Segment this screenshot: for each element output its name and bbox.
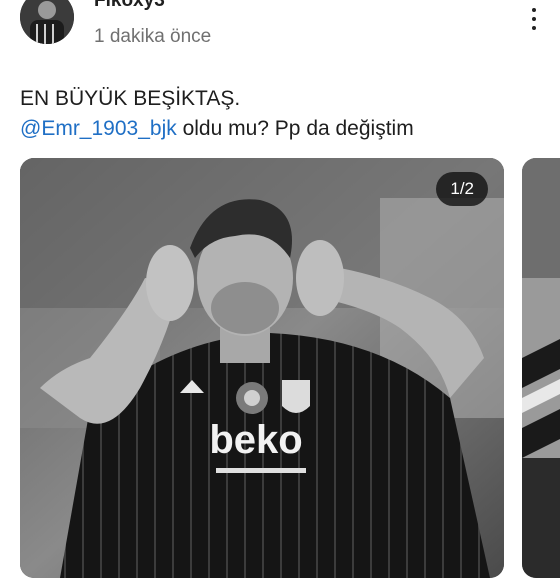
avatar[interactable] [20,0,74,44]
next-photo [522,158,560,578]
player-photo: beko [20,158,504,578]
post-text-line-2-rest: oldu mu? Pp da değiştim [176,117,414,140]
username[interactable]: Fikoxy3 [94,0,165,12]
mention-link[interactable]: @Emr_1903_bjk [20,117,177,140]
more-vertical-icon[interactable] [522,4,546,34]
avatar-image [20,0,74,44]
post-timestamp: 1 dakika önce [94,26,212,47]
post-text: EN BÜYÜK BEŞİKTAŞ. @Emr_1903_bjk oldu mu… [20,84,544,144]
image-counter: 1/2 [436,172,488,206]
sponsor-text: beko [209,418,302,462]
next-image-preview[interactable] [522,158,560,578]
post-text-line-1: EN BÜYÜK BEŞİKTAŞ. [20,87,241,110]
post-text-line-2: @Emr_1903_bjk oldu mu? Pp da değiştim [20,114,544,144]
post-image[interactable]: beko 1/2 [20,158,504,578]
